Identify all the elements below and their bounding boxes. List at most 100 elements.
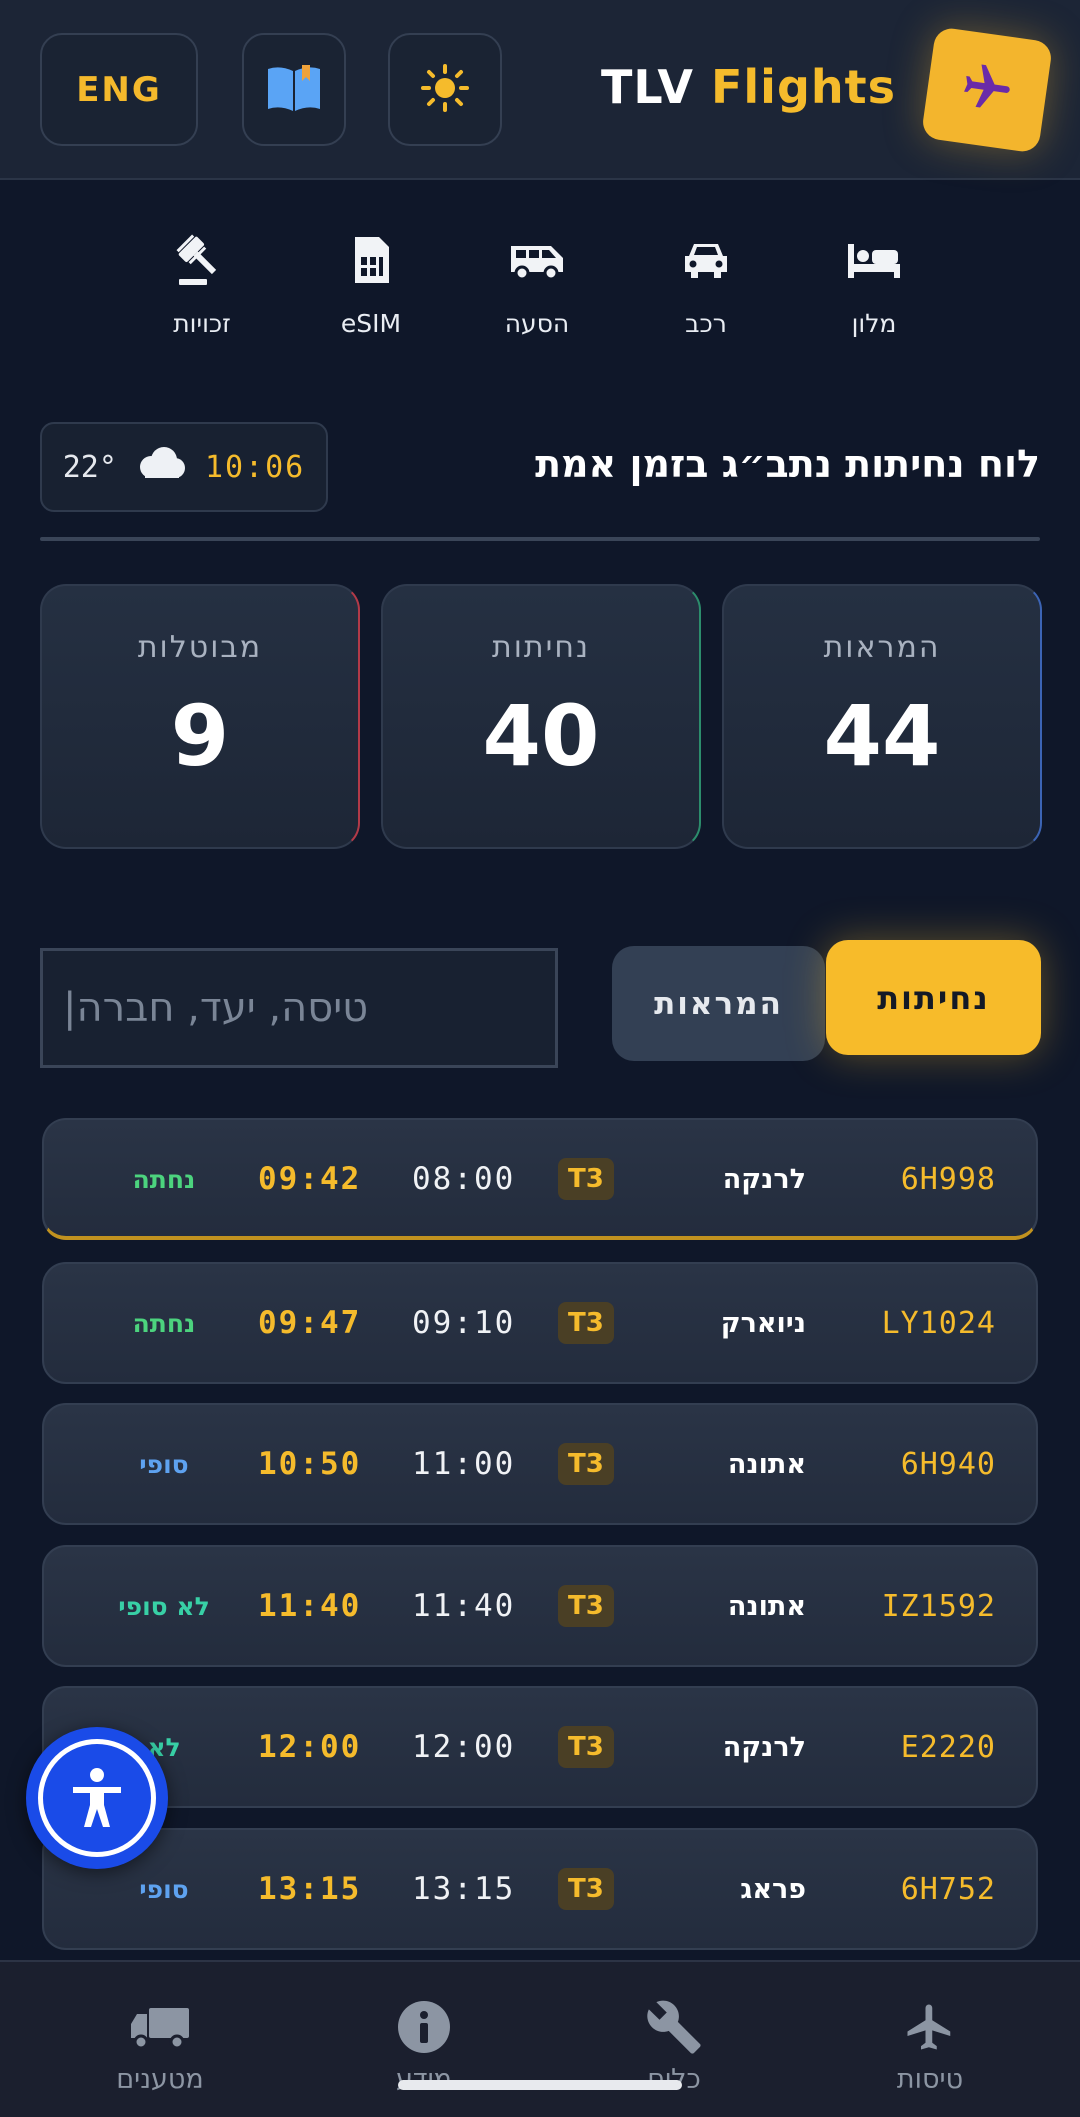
estimated-time: 13:15 [258, 1871, 362, 1907]
service-shuttle[interactable]: הסעה [467, 225, 607, 338]
car-icon [636, 225, 776, 295]
info-icon [344, 1998, 504, 2056]
flight-number: IZ1592 [881, 1588, 996, 1624]
service-label: הסעה [504, 309, 570, 338]
search-input[interactable]: טיסה, יעד, חברה | [40, 948, 558, 1068]
stat-departures: המראות 44 [722, 584, 1042, 849]
accessibility-button[interactable] [26, 1727, 168, 1869]
estimated-time: 11:40 [258, 1588, 362, 1624]
nav-label: מטענים [116, 2064, 204, 2095]
flight-row[interactable]: LY1024 ניוארק 09:10 09:47 נחתה T3 [42, 1262, 1038, 1384]
flight-number: E2220 [900, 1729, 996, 1765]
clock-weather-box: 22° 10:06 [40, 422, 328, 512]
flight-number: 6H752 [900, 1871, 996, 1907]
brand-accent: Flights [710, 60, 896, 114]
text-caret: | [63, 985, 77, 1031]
stat-cancelled: מבוטלות 9 [40, 584, 360, 849]
flight-row[interactable]: 6H940 אתונה 11:00 10:50 סופי T3 [42, 1403, 1038, 1525]
language-button[interactable]: ENG [40, 33, 198, 146]
flight-number: 6H998 [900, 1161, 996, 1197]
estimated-time: 12:00 [258, 1729, 362, 1765]
terminal-badge: T3 [558, 1726, 614, 1768]
scheduled-time: 09:10 [412, 1305, 516, 1341]
stat-label: נחיתות [492, 630, 590, 665]
service-label: מלון [851, 309, 897, 338]
scheduled-time: 13:15 [412, 1871, 516, 1907]
flight-row[interactable]: 6H998 לרנקה 08:00 09:42 נחתה T3 [42, 1118, 1038, 1240]
theme-toggle-button[interactable] [388, 33, 502, 146]
sim-card-icon [301, 225, 441, 295]
tab-landings[interactable]: נחיתות [826, 940, 1041, 1055]
scheduled-time: 11:40 [412, 1588, 516, 1624]
scheduled-time: 11:00 [412, 1446, 516, 1482]
wrench-icon [594, 1998, 754, 2056]
current-time: 10:06 [204, 449, 306, 485]
service-label: זכויות [173, 309, 231, 338]
bed-icon [804, 225, 944, 295]
service-esim[interactable]: eSIM [301, 225, 441, 338]
estimated-time: 09:42 [258, 1161, 362, 1197]
shuttle-icon [467, 225, 607, 295]
stat-label: המראות [823, 630, 941, 665]
flight-row[interactable]: E2220 לרנקה 12:00 12:00 לא T3 [42, 1686, 1038, 1808]
scheduled-time: 12:00 [412, 1729, 516, 1765]
flight-destination: אתונה [727, 1590, 806, 1622]
airplane-icon [850, 1998, 1010, 2056]
tab-departures[interactable]: המראות [612, 946, 825, 1061]
service-car[interactable]: רכב [636, 225, 776, 338]
terminal-badge: T3 [558, 1868, 614, 1910]
flight-status: לא סופי [118, 1591, 210, 1621]
terminal-badge: T3 [558, 1443, 614, 1485]
truck-icon [80, 1998, 240, 2056]
terminal-badge-cell: T3 [558, 1120, 614, 1238]
board-title: לוח נחיתות נתב״ג בזמן אמת [535, 442, 1040, 486]
terminal-badge: T3 [558, 1158, 614, 1200]
nav-cargo[interactable]: מטענים [80, 1998, 240, 2095]
terminal-badge: T3 [558, 1302, 614, 1344]
service-rights[interactable]: זכויות [132, 225, 272, 338]
estimated-time: 10:50 [258, 1446, 362, 1482]
flight-row[interactable]: IZ1592 אתונה 11:40 11:40 לא סופי T3 [42, 1545, 1038, 1667]
flight-status: נחתה [132, 1164, 196, 1194]
stat-value: 9 [170, 687, 230, 785]
book-icon [266, 63, 322, 117]
search-placeholder: טיסה, יעד, חברה [76, 985, 369, 1031]
accessibility-icon [38, 1739, 156, 1857]
flight-destination: לרנקה [722, 1163, 806, 1195]
service-label: רכב [685, 309, 727, 338]
nav-flights[interactable]: טיסות [850, 1998, 1010, 2095]
stat-landings: נחיתות 40 [381, 584, 701, 849]
terminal-badge-cell: T3 [558, 1547, 614, 1665]
app-logo[interactable] [920, 26, 1054, 154]
app-header: ENG TLV Flights [0, 0, 1080, 180]
flight-destination: פראג [740, 1873, 806, 1905]
nav-label: טיסות [896, 2064, 964, 2095]
service-hotel[interactable]: מלון [804, 225, 944, 338]
flight-number: LY1024 [881, 1305, 996, 1341]
flight-row[interactable]: 6H752 פראג 13:15 13:15 סופי T3 [42, 1828, 1038, 1950]
terminal-badge-cell: T3 [558, 1405, 614, 1523]
service-label: eSIM [340, 309, 402, 338]
brand-prefix: TLV [601, 60, 694, 114]
flight-status: נחתה [132, 1308, 196, 1338]
scheduled-time: 08:00 [412, 1161, 516, 1197]
terminal-badge: T3 [558, 1585, 614, 1627]
home-indicator [398, 2080, 682, 2090]
flight-number: 6H940 [900, 1446, 996, 1482]
stat-value: 40 [482, 687, 600, 785]
flight-destination: לרנקה [722, 1731, 806, 1763]
flight-destination: ניוארק [720, 1307, 806, 1339]
app-brand: TLV Flights [601, 60, 896, 114]
terminal-badge-cell: T3 [558, 1830, 614, 1948]
flight-status: סופי [139, 1449, 189, 1479]
sun-icon [420, 63, 470, 117]
guide-button[interactable] [242, 33, 346, 146]
gavel-icon [132, 225, 272, 295]
estimated-time: 09:47 [258, 1305, 362, 1341]
divider [40, 537, 1040, 541]
terminal-badge-cell: T3 [558, 1688, 614, 1806]
airplane-icon [956, 58, 1018, 123]
services-bar: מלון רכב הסעה eSIM זכויות [0, 225, 1080, 345]
terminal-badge-cell: T3 [558, 1264, 614, 1382]
stat-value: 44 [823, 687, 941, 785]
